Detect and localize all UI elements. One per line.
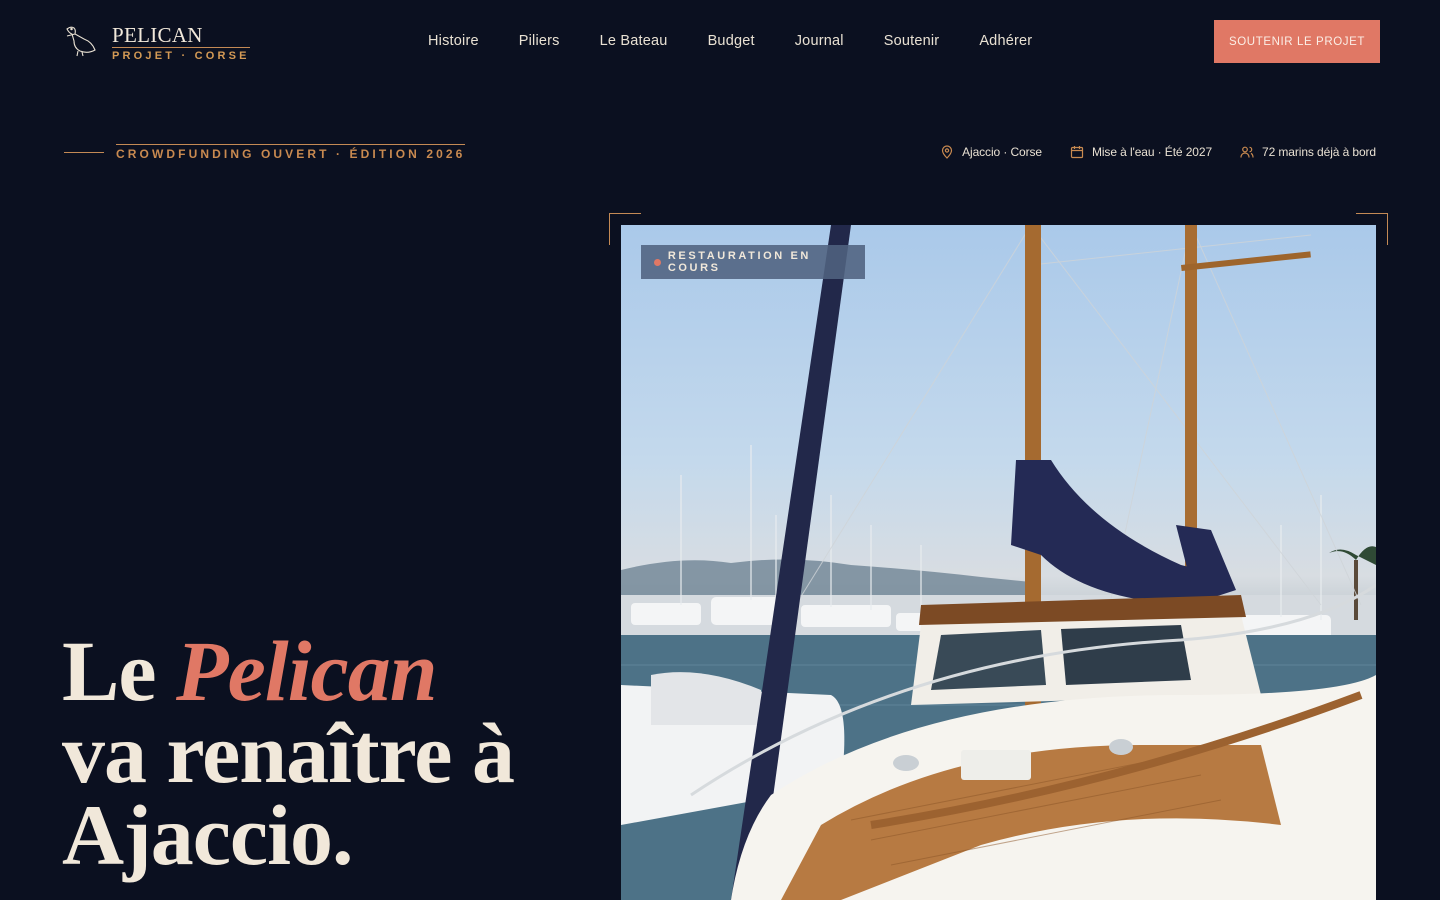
- meta-launch-label: Mise à l'eau · Été 2027: [1091, 145, 1213, 159]
- meta-launch: Mise à l'eau · Été 2027: [1070, 145, 1212, 159]
- main-nav: Histoire Piliers Le Bateau Budget Journa…: [428, 32, 1072, 50]
- meta-sailors: 72 marins déjà à bord: [1240, 145, 1376, 159]
- eyebrow-divider: [64, 152, 104, 153]
- sailboat-illustration: [621, 225, 1376, 900]
- nav-item-budget[interactable]: Budget: [708, 32, 755, 50]
- meta-location-label: Ajaccio · Corse: [962, 145, 1042, 159]
- status-dot-icon: [654, 258, 661, 266]
- meta-sailors-label: 72 marins déjà à bord: [1262, 145, 1376, 159]
- nav-item-adherer[interactable]: Adhérer: [979, 32, 1032, 50]
- pelican-icon: [66, 26, 96, 57]
- brand-logo[interactable]: PELICAN PROJET · CORSE: [64, 24, 250, 63]
- hero-title: Le Pelican va renaître à Ajaccio.: [62, 628, 582, 878]
- nav-item-histoire[interactable]: Histoire: [428, 32, 479, 50]
- sailboat-photo: [621, 225, 1376, 900]
- nav-item-le-bateau[interactable]: Le Bateau: [600, 32, 668, 50]
- nav-item-soutenir[interactable]: Soutenir: [884, 32, 940, 50]
- users-icon: [1240, 146, 1254, 158]
- restoration-status-label: RESTAURATION EN COURS: [667, 250, 811, 274]
- nav-item-journal[interactable]: Journal: [795, 32, 844, 50]
- support-project-button[interactable]: SOUTENIR LE PROJET: [1214, 20, 1380, 63]
- brand-tagline: PROJET · CORSE: [112, 50, 250, 62]
- meta-location: Ajaccio · Corse: [940, 145, 1042, 159]
- project-meta: Ajaccio · Corse Mise à l'eau · Été 2027 …: [912, 145, 1376, 159]
- eyebrow-label: CROWDFUNDING OUVERT · ÉDITION 2026: [116, 144, 466, 161]
- nav-item-piliers[interactable]: Piliers: [519, 32, 560, 50]
- hero-title-line3: Ajaccio.: [62, 787, 353, 883]
- brand-name: PELICAN: [112, 24, 250, 48]
- calendar-icon: [1070, 146, 1084, 159]
- site-header: PELICAN PROJET · CORSE Histoire Piliers …: [0, 0, 1440, 82]
- restoration-status-badge: RESTAURATION EN COURS: [641, 245, 865, 279]
- map-pin-icon: [942, 145, 953, 159]
